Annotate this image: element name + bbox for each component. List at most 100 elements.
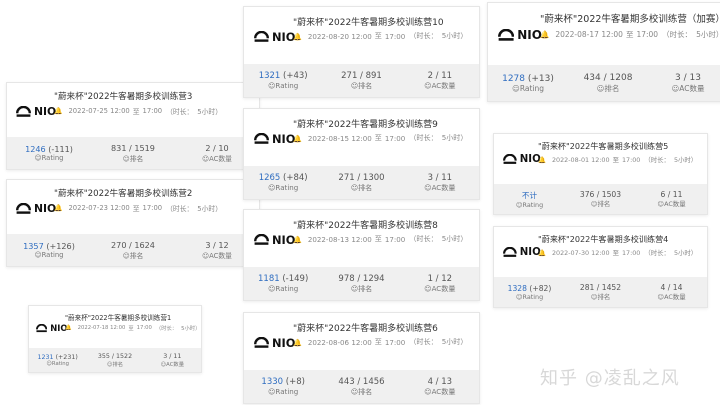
end-time: 17:00 [142, 204, 163, 212]
rank-value: 355 / 1522 [97, 352, 133, 360]
bell-icon: 🔔 [293, 337, 302, 347]
contest-card[interactable]: "蔚来杯"2022牛客暑期多校训练营9 NIO 🔔 2022-08-15 12:… [243, 108, 480, 200]
stats-bar: 1321 (+43) ☺Rating 271 / 891 ☺排名 2 / 11 … [244, 64, 479, 97]
duration-value: 5小时 [181, 326, 196, 332]
nio-logo-text: NIO [34, 105, 57, 118]
rank-stat: 271 / 1300 ☺排名 [322, 166, 400, 199]
rating-value[interactable]: 1265 [259, 173, 281, 183]
ac-stat: 1 / 12 ☺AC数量 [401, 267, 479, 300]
ac-label: AC数量 [664, 200, 686, 208]
rating-value[interactable]: 不计 [522, 191, 537, 200]
contest-card[interactable]: "蔚来杯"2022牛客暑期多校训练营10 NIO 🔔 2022-08-20 12… [243, 6, 480, 98]
start-time: 2022-08-06 12:00 [307, 337, 372, 347]
end-time: 17:00 [384, 133, 406, 143]
rating-value[interactable]: 1278 [502, 74, 525, 84]
contest-title[interactable]: "蔚来杯"2022牛客暑期多校训练营8 [293, 218, 438, 231]
contest-title[interactable]: "蔚来杯"2022牛客暑期多校训练营（加赛） [540, 11, 720, 25]
end-time: 17:00 [142, 107, 163, 115]
end-time: 17:00 [621, 248, 641, 257]
nio-logo-icon [16, 202, 31, 215]
rank-value: 978 / 1294 [338, 273, 385, 284]
rating-value[interactable]: 1321 [259, 71, 281, 81]
nio-logo: NIO [16, 105, 56, 118]
duration-close: ） [215, 108, 223, 116]
bell-icon: 🔔 [538, 155, 546, 164]
end-time: 17:00 [384, 234, 406, 244]
rating-delta: (+43) [283, 71, 308, 81]
rating-value[interactable]: 1328 [508, 284, 527, 293]
contest-card[interactable]: "蔚来杯"2022牛客暑期多校训练营8 NIO 🔔 2022-08-13 12:… [243, 209, 480, 301]
rating-label: Rating [275, 81, 299, 90]
contest-title[interactable]: "蔚来杯"2022牛客暑期多校训练营9 [293, 117, 438, 130]
end-time: 17:00 [621, 155, 641, 164]
ac-value: 4 / 13 [427, 376, 453, 387]
duration-close: ） [215, 205, 223, 213]
duration-label: （时长： [409, 133, 438, 142]
contest-card[interactable]: "蔚来杯"2022牛客暑期多校训练营5 NIO 🔔 2022-08-01 12:… [493, 133, 708, 215]
stats-bar: 1357 (+126) ☺Rating 270 / 1624 ☺排名 3 / 1… [7, 234, 259, 266]
user-icon: ☺ [34, 154, 42, 162]
contest-title[interactable]: "蔚来杯"2022牛客暑期多校训练营1 [65, 312, 171, 322]
bell-icon: 🔔 [293, 133, 302, 143]
contest-time: 🔔 2022-08-13 12:00 至 17:00 （时长： 5小时 ） [293, 234, 468, 244]
nio-logo: NIO [503, 154, 541, 165]
rank-stat: 831 / 1519 ☺排名 [91, 137, 175, 169]
contest-time: 🔔 2022-07-18 12:00 至 17:00 （时长： 5小时 ） [65, 324, 200, 332]
rank-label: 排名 [597, 293, 611, 301]
rating-stat: 1321 (+43) ☺Rating [244, 64, 322, 97]
rating-value[interactable]: 1330 [261, 377, 283, 387]
contest-card[interactable]: "蔚来杯"2022牛客暑期多校训练营6 NIO 🔔 2022-08-06 12:… [243, 312, 480, 404]
ac-label: AC数量 [166, 361, 184, 368]
rank-label: 排名 [129, 252, 144, 260]
rating-label: Rating [41, 154, 64, 162]
rating-value[interactable]: 1246 [25, 144, 46, 154]
duration-label: （时长： [409, 234, 438, 243]
nio-logo-icon [36, 323, 48, 333]
rating-delta: (+84) [283, 173, 308, 183]
stats-bar: 1278 (+13) ☺Rating 434 / 1208 ☺排名 3 / 13… [488, 65, 720, 101]
nio-logo: NIO [36, 323, 68, 333]
contest-title[interactable]: "蔚来杯"2022牛客暑期多校训练营4 [538, 234, 668, 245]
duration-label: （时长： [644, 249, 670, 257]
user-icon: ☺ [424, 182, 432, 192]
ac-label: AC数量 [664, 293, 686, 301]
contest-time: 🔔 2022-08-06 12:00 至 17:00 （时长： 5小时 ） [293, 337, 468, 347]
contest-time: 🔔 2022-08-17 12:00 至 17:00 （时长： 5小时 ） [540, 29, 720, 40]
rank-stat: 443 / 1456 ☺排名 [322, 370, 400, 403]
user-icon: ☺ [424, 283, 432, 293]
rank-label: 排名 [112, 361, 124, 368]
ac-label: AC数量 [431, 386, 456, 396]
rating-delta: (+8) [285, 377, 305, 387]
contest-card[interactable]: "蔚来杯"2022牛客暑期多校训练营3 NIO 🔔 2022-07-25 12:… [6, 82, 260, 170]
contest-title[interactable]: "蔚来杯"2022牛客暑期多校训练营6 [293, 321, 438, 334]
contest-card[interactable]: "蔚来杯"2022牛客暑期多校训练营4 NIO 🔔 2022-07-30 12:… [493, 226, 708, 308]
end-time: 17:00 [384, 31, 406, 41]
rank-label: 排名 [129, 155, 144, 163]
ac-value: 6 / 11 [660, 190, 683, 199]
rating-delta: (-149) [282, 274, 309, 284]
nio-logo: NIO [254, 132, 295, 146]
time-separator: 至 [625, 30, 634, 39]
rating-value[interactable]: 1181 [258, 274, 280, 284]
contest-card[interactable]: "蔚来杯"2022牛客暑期多校训练营（加赛） NIO 🔔 2022-08-17 … [487, 2, 720, 102]
contest-title[interactable]: "蔚来杯"2022牛客暑期多校训练营3 [54, 90, 192, 102]
nio-logo-icon [503, 247, 517, 258]
ac-value: 4 / 14 [660, 283, 683, 292]
stats-bar: 1246 (-111) ☺Rating 831 / 1519 ☺排名 2 / 1… [7, 137, 259, 169]
duration-value: 5小时 [696, 30, 716, 39]
duration-label: （时长： [409, 337, 438, 346]
rating-value[interactable]: 1231 [38, 354, 54, 361]
time-separator: 至 [374, 31, 382, 40]
contest-title[interactable]: "蔚来杯"2022牛客暑期多校训练营2 [54, 187, 192, 199]
contest-title[interactable]: "蔚来杯"2022牛客暑期多校训练营5 [538, 141, 668, 152]
start-time: 2022-07-18 12:00 [77, 325, 126, 331]
rating-value[interactable]: 1357 [23, 241, 44, 251]
contest-card[interactable]: "蔚来杯"2022牛客暑期多校训练营2 NIO 🔔 2022-07-23 12:… [6, 179, 260, 267]
contest-card[interactable]: "蔚来杯"2022牛客暑期多校训练营1 NIO 🔔 2022-07-18 12:… [28, 305, 202, 373]
nio-logo-text: NIO [272, 30, 296, 44]
nio-logo: NIO [254, 30, 295, 44]
contest-title[interactable]: "蔚来杯"2022牛客暑期多校训练营10 [293, 15, 444, 28]
rank-value: 271 / 1300 [338, 172, 385, 183]
nio-logo: NIO [16, 202, 56, 215]
nio-logo-icon [254, 234, 269, 246]
